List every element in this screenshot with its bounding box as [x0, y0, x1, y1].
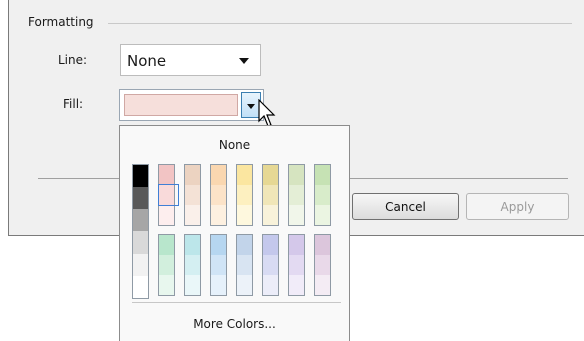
color-swatch[interactable]	[263, 165, 278, 185]
color-swatch[interactable]	[185, 165, 200, 185]
color-swatch[interactable]	[159, 205, 174, 225]
color-column	[236, 234, 253, 296]
color-column	[236, 164, 253, 226]
line-style-select[interactable]: None	[120, 44, 261, 76]
color-swatch[interactable]	[211, 235, 226, 255]
chevron-down-icon	[247, 104, 255, 109]
fill-color-swatch	[124, 94, 238, 116]
color-swatch[interactable]	[263, 255, 278, 275]
color-column	[210, 234, 227, 296]
color-swatch[interactable]	[263, 275, 278, 295]
color-swatch[interactable]	[237, 275, 252, 295]
color-swatch[interactable]	[133, 165, 148, 188]
apply-button[interactable]: Apply	[466, 193, 569, 220]
color-swatch[interactable]	[211, 185, 226, 205]
color-swatch[interactable]	[159, 235, 174, 255]
color-swatch[interactable]	[263, 205, 278, 225]
color-swatch[interactable]	[289, 235, 304, 255]
color-swatch[interactable]	[237, 235, 252, 255]
color-palette-dropdown: None More Colors...	[119, 125, 350, 341]
color-swatch[interactable]	[315, 235, 330, 255]
fill-color-select[interactable]	[119, 89, 264, 121]
color-column	[210, 164, 227, 226]
color-swatch[interactable]	[315, 255, 330, 275]
color-swatch[interactable]	[185, 235, 200, 255]
color-column	[184, 234, 201, 296]
color-swatch[interactable]	[289, 185, 304, 205]
color-swatch[interactable]	[185, 275, 200, 295]
color-swatch[interactable]	[159, 165, 174, 185]
color-swatch[interactable]	[237, 205, 252, 225]
color-swatch[interactable]	[211, 205, 226, 225]
line-style-value: None	[127, 52, 167, 70]
color-swatch[interactable]	[159, 255, 174, 275]
color-swatch[interactable]	[237, 165, 252, 185]
fill-label: Fill:	[63, 97, 84, 111]
color-swatch[interactable]	[133, 275, 148, 298]
color-swatch[interactable]	[263, 185, 278, 205]
color-swatch[interactable]	[185, 185, 200, 205]
color-swatch[interactable]	[185, 205, 200, 225]
dialog-separator	[348, 178, 568, 179]
color-column	[314, 164, 331, 226]
color-swatch[interactable]	[315, 165, 330, 185]
color-swatch[interactable]	[289, 205, 304, 225]
color-column	[262, 234, 279, 296]
no-color-option[interactable]: None	[120, 138, 349, 152]
selected-color-indicator	[158, 184, 179, 206]
color-swatch[interactable]	[315, 205, 330, 225]
palette-divider	[132, 302, 341, 303]
color-swatch[interactable]	[133, 187, 148, 210]
color-swatch[interactable]	[289, 165, 304, 185]
color-swatch[interactable]	[211, 275, 226, 295]
color-column	[184, 164, 201, 226]
color-swatch[interactable]	[133, 209, 148, 232]
color-swatch[interactable]	[289, 255, 304, 275]
color-column	[288, 234, 305, 296]
line-label: Line:	[58, 53, 88, 67]
color-swatch[interactable]	[185, 255, 200, 275]
color-swatch[interactable]	[211, 165, 226, 185]
color-swatch[interactable]	[133, 231, 148, 254]
color-swatch[interactable]	[263, 235, 278, 255]
color-swatch[interactable]	[133, 253, 148, 276]
more-colors-option[interactable]: More Colors...	[120, 317, 349, 331]
color-swatch[interactable]	[237, 185, 252, 205]
color-column	[158, 234, 175, 296]
color-column	[262, 164, 279, 226]
gray-color-column	[132, 164, 149, 299]
group-divider	[108, 23, 572, 24]
color-swatch[interactable]	[237, 255, 252, 275]
color-swatch[interactable]	[211, 255, 226, 275]
color-column	[314, 234, 331, 296]
color-swatch[interactable]	[315, 185, 330, 205]
color-swatch[interactable]	[289, 275, 304, 295]
chevron-down-icon	[239, 58, 249, 64]
color-column	[288, 164, 305, 226]
color-swatch[interactable]	[315, 275, 330, 295]
color-swatch[interactable]	[159, 275, 174, 295]
cancel-button[interactable]: Cancel	[352, 193, 459, 220]
dialog-separator	[38, 178, 120, 179]
formatting-group-label: Formatting	[28, 15, 99, 29]
